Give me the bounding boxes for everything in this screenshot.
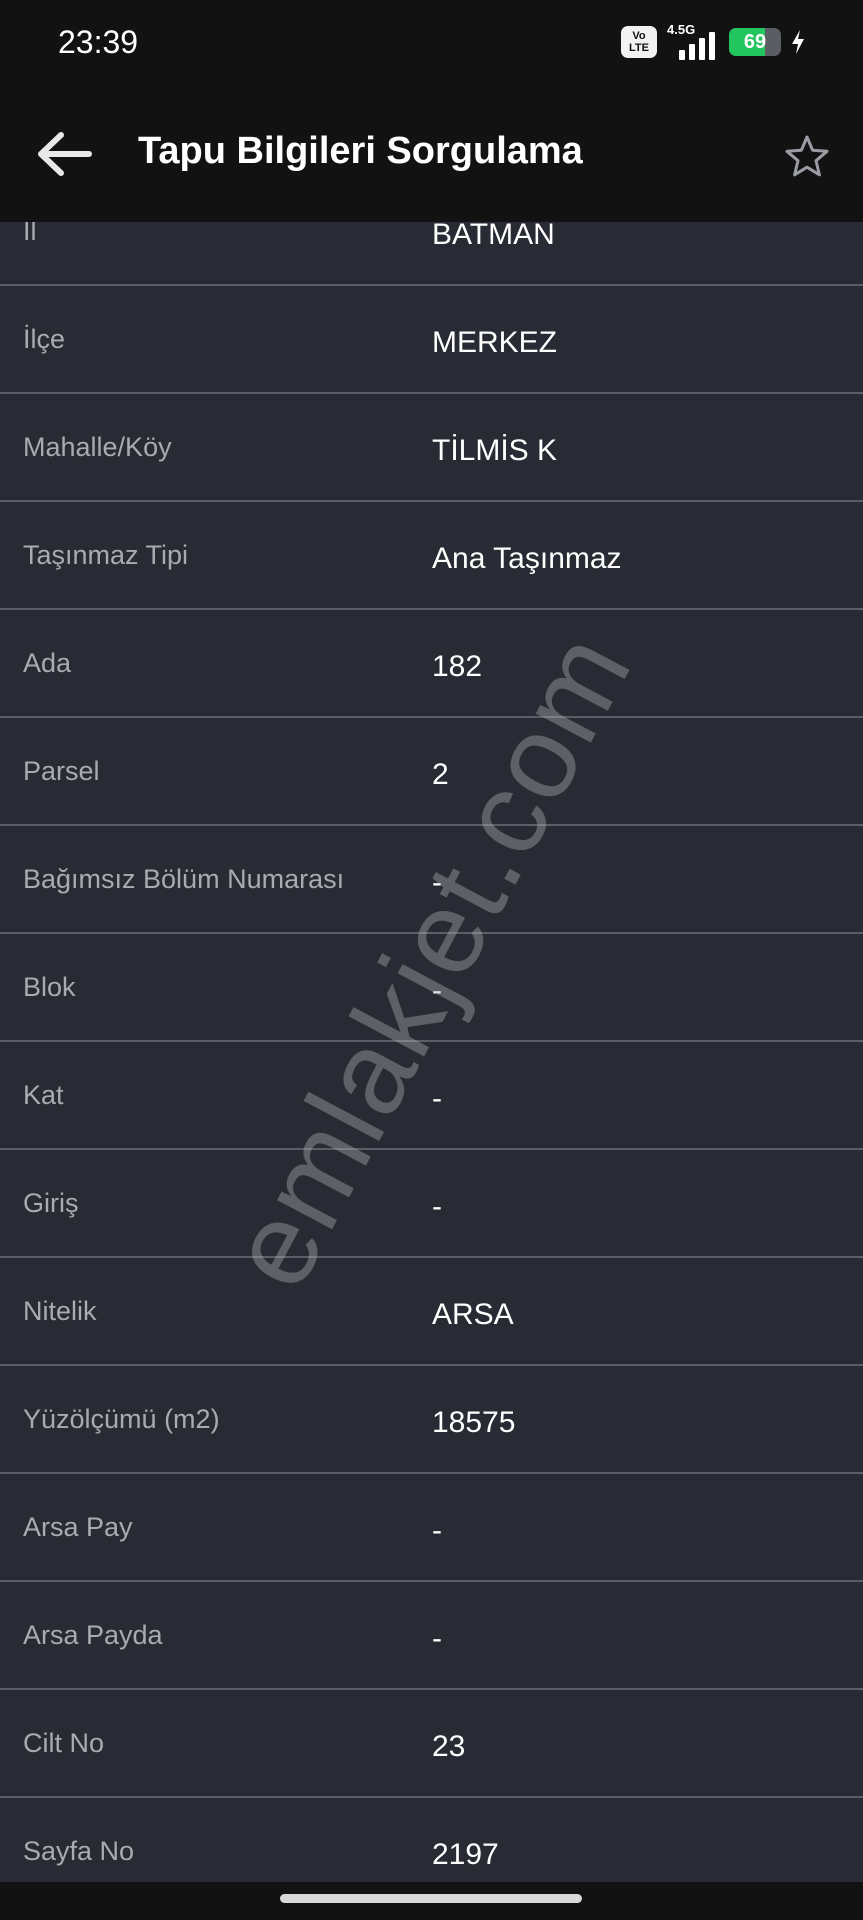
info-row: Ada 182	[0, 610, 863, 718]
row-label: Bağımsız Bölüm Numarası	[23, 864, 345, 894]
info-row: Arsa Payda -	[0, 1582, 863, 1690]
row-value: -	[432, 866, 442, 899]
info-row: Sayfa No 2197	[0, 1798, 863, 1882]
deed-info-list: İl BATMAN İlçe MERKEZ Mahalle/Köy TİLMİS K Taş…	[0, 222, 863, 1882]
row-label: Arsa Pay	[23, 1512, 133, 1542]
battery-icon: 69	[729, 28, 781, 56]
volte-icon: Vo LTE	[621, 26, 657, 58]
star-outline-icon	[785, 135, 829, 177]
info-row: Nitelik ARSA	[0, 1258, 863, 1366]
status-icons: Vo LTE 4.5G 69	[621, 22, 807, 62]
signal-icon: 4.5G	[665, 22, 721, 60]
info-row: İlçe MERKEZ	[0, 286, 863, 394]
app-bar: Tapu Bilgileri Sorgulama	[0, 88, 863, 222]
row-value: BATMAN	[432, 222, 555, 251]
row-value: -	[432, 1622, 442, 1655]
row-label: Arsa Payda	[23, 1620, 163, 1650]
status-bar: 23:39 Vo LTE 4.5G 69	[0, 0, 863, 88]
row-label: Cilt No	[23, 1728, 105, 1758]
status-time: 23:39	[58, 24, 139, 60]
info-row: Cilt No 23	[0, 1690, 863, 1798]
row-label: Ada	[23, 648, 72, 678]
row-label: Kat	[23, 1080, 64, 1110]
charging-bolt-icon	[792, 30, 804, 54]
row-value: 18575	[432, 1406, 516, 1439]
info-row: Parsel 2	[0, 718, 863, 826]
row-label: İlçe	[23, 324, 66, 354]
info-row: Yüzölçümü (m2) 18575	[0, 1366, 863, 1474]
battery-level: 69	[743, 31, 767, 53]
row-value: -	[432, 1514, 442, 1547]
volte-line2: LTE	[629, 42, 649, 54]
info-row: Kat -	[0, 1042, 863, 1150]
row-value: Ana Taşınmaz	[432, 542, 622, 575]
row-value: -	[432, 974, 442, 1007]
info-row: Mahalle/Köy TİLMİS K	[0, 394, 863, 502]
row-label: Parsel	[23, 756, 100, 786]
volte-line1: Vo	[632, 30, 646, 42]
row-label: Giriş	[23, 1188, 79, 1218]
row-label: Nitelik	[23, 1296, 97, 1326]
row-label: Blok	[23, 972, 76, 1002]
info-row: Bağımsız Bölüm Numarası -	[0, 826, 863, 934]
row-value: TİLMİS K	[432, 434, 558, 467]
row-label: Taşınmaz Tipi	[23, 540, 189, 570]
row-value: 182	[432, 650, 483, 683]
row-value: 2197	[432, 1838, 499, 1871]
row-value: 2	[432, 758, 449, 791]
row-value: ARSA	[432, 1298, 514, 1331]
row-value: 23	[432, 1730, 466, 1763]
row-value: -	[432, 1190, 442, 1223]
page-title: Tapu Bilgileri Sorgulama	[138, 130, 583, 172]
info-row: Blok -	[0, 934, 863, 1042]
row-value: -	[432, 1082, 442, 1115]
back-button[interactable]	[30, 124, 100, 184]
row-label: İl	[23, 222, 37, 246]
navigation-bar	[0, 1882, 863, 1920]
row-label: Sayfa No	[23, 1836, 135, 1866]
favorite-button[interactable]	[779, 128, 835, 184]
info-row: İl BATMAN	[0, 222, 863, 286]
row-label: Mahalle/Köy	[23, 432, 172, 462]
row-label: Yüzölçümü (m2)	[23, 1404, 220, 1434]
signal-bars	[679, 32, 715, 60]
info-row: Taşınmaz Tipi Ana Taşınmaz	[0, 502, 863, 610]
info-row: Giriş -	[0, 1150, 863, 1258]
row-value: MERKEZ	[432, 326, 558, 359]
info-row: Arsa Pay -	[0, 1474, 863, 1582]
home-indicator[interactable]	[280, 1894, 582, 1903]
arrow-left-icon	[38, 132, 92, 176]
screen: 23:39 Vo LTE 4.5G 69 Tapu Bilgileri Sorg…	[0, 0, 863, 1920]
